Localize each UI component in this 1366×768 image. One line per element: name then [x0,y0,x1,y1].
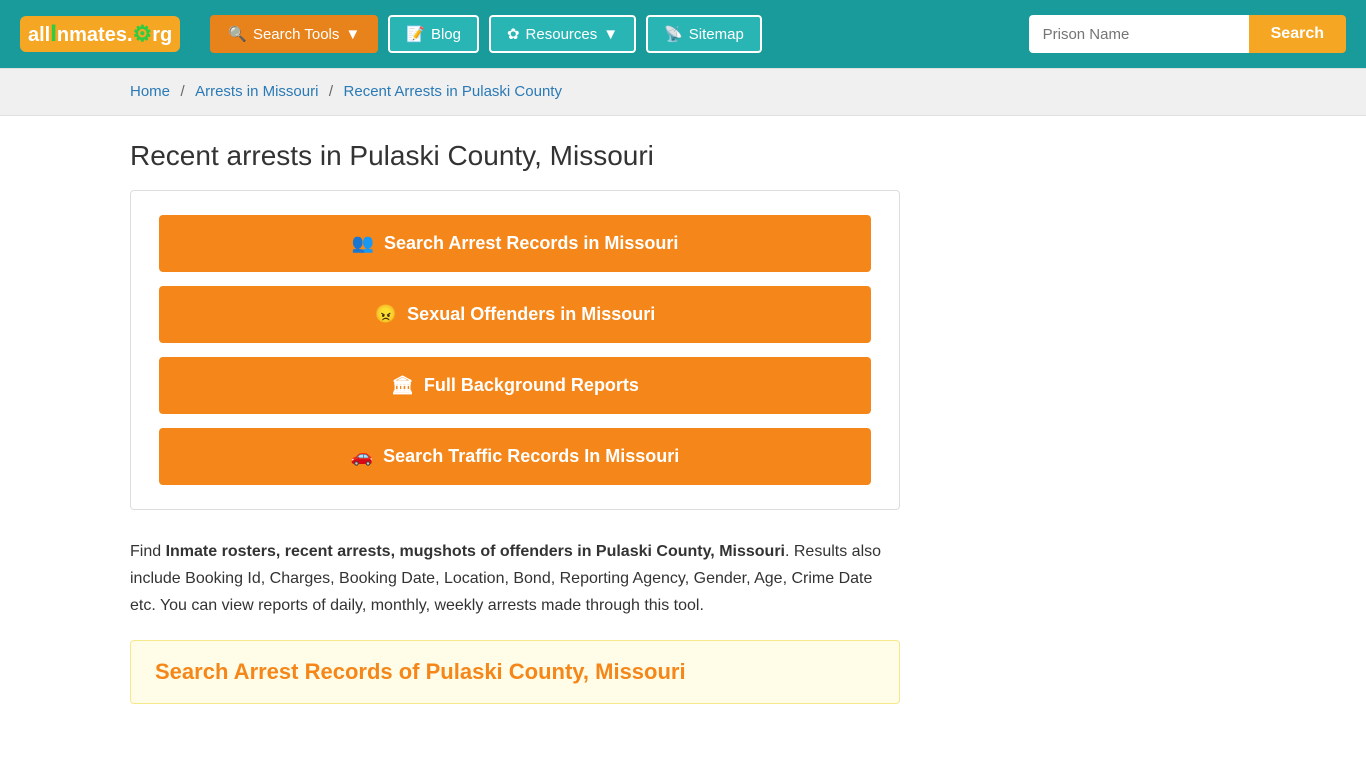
breadcrumb-sep-2: / [329,83,333,100]
search-tools-chevron-icon: ▼ [345,26,360,43]
description-text: Find Inmate rosters, recent arrests, mug… [130,538,900,620]
main-content: Recent arrests in Pulaski County, Missou… [0,116,1366,728]
search-tools-icon: 🔍 [228,25,247,43]
search-tools-label: Search Tools [253,26,339,43]
sitemap-button[interactable]: 📡 Sitemap [646,15,762,53]
header-search-label: Search [1271,25,1324,42]
blog-icon: 📝 [406,25,425,43]
search-arrest-records-button[interactable]: 👥 Search Arrest Records in Missouri [159,215,871,272]
arrest-records-icon: 👥 [352,233,374,254]
resources-label: Resources [526,26,598,43]
description-intro: Find [130,543,166,560]
page-title: Recent arrests in Pulaski County, Missou… [130,140,1236,172]
prison-name-input[interactable] [1029,15,1249,53]
action-card: 👥 Search Arrest Records in Missouri 😠 Se… [130,190,900,510]
background-reports-icon: 🏛 [391,375,414,396]
breadcrumb-sep-1: / [180,83,184,100]
background-reports-label: Full Background Reports [424,375,639,396]
yellow-section: Search Arrest Records of Pulaski County,… [130,640,900,704]
description-bold: Inmate rosters, recent arrests, mugshots… [166,543,785,560]
blog-label: Blog [431,26,461,43]
yellow-section-heading: Search Arrest Records of Pulaski County,… [155,659,875,685]
breadcrumb-home[interactable]: Home [130,83,170,100]
resources-button[interactable]: ✿ Resources ▼ [489,15,636,53]
logo[interactable]: allInmates.⚙rg [20,16,180,52]
sexual-offenders-button[interactable]: 😠 Sexual Offenders in Missouri [159,286,871,343]
traffic-records-button[interactable]: 🚗 Search Traffic Records In Missouri [159,428,871,485]
background-reports-button[interactable]: 🏛 Full Background Reports [159,357,871,414]
resources-icon: ✿ [507,25,520,43]
breadcrumb-arrests-missouri[interactable]: Arrests in Missouri [195,83,318,100]
search-tools-button[interactable]: 🔍 Search Tools ▼ [210,15,378,53]
traffic-records-label: Search Traffic Records In Missouri [383,446,679,467]
blog-button[interactable]: 📝 Blog [388,15,479,53]
sitemap-icon: 📡 [664,25,683,43]
traffic-records-icon: 🚗 [351,446,373,467]
breadcrumb-current: Recent Arrests in Pulaski County [344,83,562,100]
sexual-offenders-label: Sexual Offenders in Missouri [407,304,655,325]
header-search-button[interactable]: Search [1249,15,1346,53]
sexual-offenders-icon: 😠 [375,304,397,325]
header: allInmates.⚙rg 🔍 Search Tools ▼ 📝 Blog ✿… [0,0,1366,68]
resources-chevron-icon: ▼ [603,26,618,43]
arrest-records-label: Search Arrest Records in Missouri [384,233,678,254]
breadcrumb: Home / Arrests in Missouri / Recent Arre… [0,68,1366,116]
header-search: Search [1029,15,1346,53]
sitemap-label: Sitemap [689,26,744,43]
logo-text: allInmates.⚙rg [28,20,172,48]
